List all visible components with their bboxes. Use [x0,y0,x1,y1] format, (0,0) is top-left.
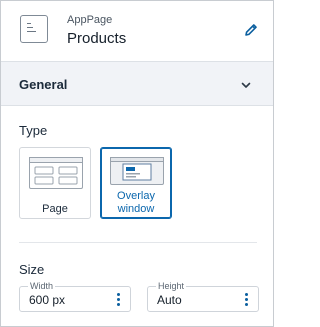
overlay-window-icon [110,157,164,185]
divider [19,242,257,243]
height-field[interactable]: Height Auto [147,281,259,312]
width-field[interactable]: Width 600 px [19,281,131,312]
chevron-down-icon[interactable] [240,78,252,90]
width-field-value[interactable]: 600 px [29,293,65,307]
panel-header: AppPage Products [1,1,273,61]
pencil-icon[interactable] [243,22,259,38]
section-general[interactable]: General [1,61,273,106]
type-label: Type [19,123,48,138]
page-type-label: AppPage [67,14,113,26]
properties-panel: AppPage Products General Type Page Overl… [0,0,274,327]
size-label: Size [19,262,45,277]
kebab-menu-icon[interactable] [245,293,249,307]
width-field-label: Width [28,281,56,291]
kebab-menu-icon[interactable] [117,293,121,307]
type-option-page[interactable]: Page [19,147,91,219]
page-title: Products [67,30,127,47]
height-field-value[interactable]: Auto [157,293,182,307]
type-option-page-label: Page [42,203,68,215]
section-title: General [19,77,68,92]
type-option-overlay-window[interactable]: Overlay window [100,147,172,219]
type-option-overlay-label: Overlay window [117,190,155,215]
height-field-label: Height [156,281,187,291]
page-icon [20,15,48,43]
page-layout-icon [29,157,83,189]
